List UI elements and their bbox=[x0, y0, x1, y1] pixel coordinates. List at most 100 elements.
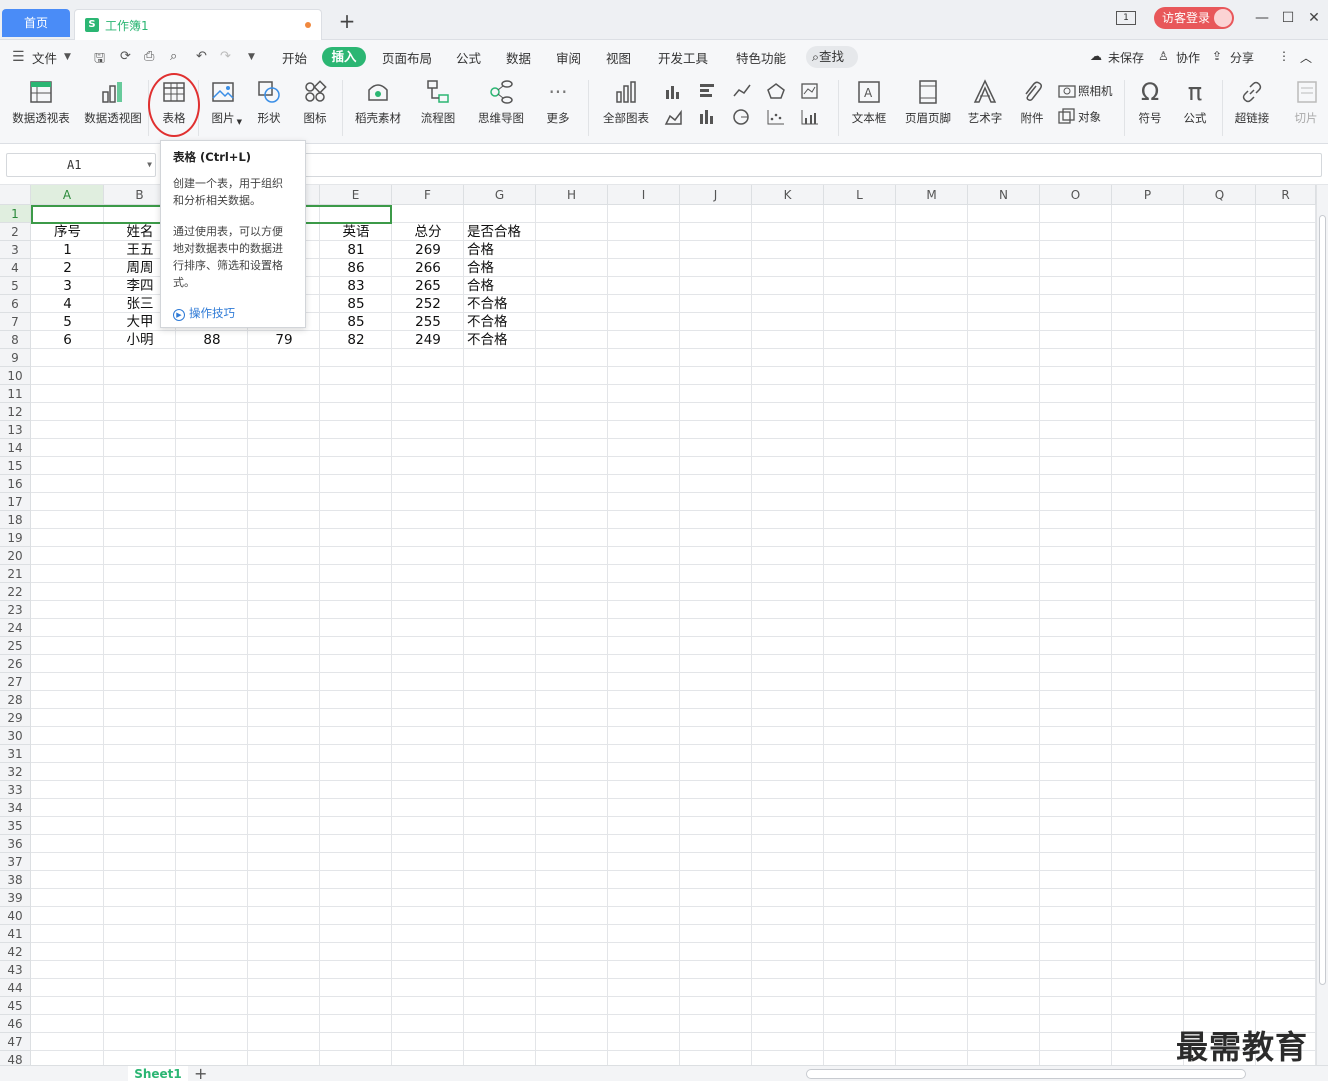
cell[interactable]: 2 bbox=[31, 259, 104, 277]
more-button[interactable]: ··· 更多 bbox=[538, 78, 578, 126]
pivot-table-button[interactable]: 数据透视表 bbox=[8, 78, 74, 126]
row-header[interactable]: 43 bbox=[0, 961, 31, 979]
cell[interactable]: 不合格 bbox=[467, 313, 619, 331]
cell[interactable]: 85 bbox=[320, 313, 392, 331]
row-header[interactable]: 27 bbox=[0, 673, 31, 691]
row-header[interactable]: 13 bbox=[0, 421, 31, 439]
tab-page-layout[interactable]: 页面布局 bbox=[382, 48, 432, 67]
cell[interactable]: 83 bbox=[320, 277, 392, 295]
cell[interactable]: 4 bbox=[31, 295, 104, 313]
row-header[interactable]: 23 bbox=[0, 601, 31, 619]
row-header[interactable]: 40 bbox=[0, 907, 31, 925]
share-button[interactable]: 分享 bbox=[1230, 49, 1254, 66]
cell[interactable]: 合格 bbox=[467, 241, 619, 259]
picture-button[interactable]: 图片 ▼ bbox=[204, 78, 242, 126]
sheet-tab-sheet1[interactable]: Sheet1 bbox=[128, 1066, 188, 1081]
tab-home[interactable]: 开始 bbox=[282, 48, 307, 67]
line-chart-icon[interactable] bbox=[732, 82, 752, 100]
cell[interactable]: 序号 bbox=[31, 223, 104, 241]
area-chart-icon[interactable] bbox=[664, 108, 684, 126]
hyperlink-button[interactable]: 超链接 bbox=[1230, 78, 1274, 126]
chevron-down-icon[interactable]: ▼ bbox=[147, 154, 152, 176]
row-header[interactable]: 19 bbox=[0, 529, 31, 547]
row-header[interactable]: 1 bbox=[0, 205, 31, 223]
row-header[interactable]: 18 bbox=[0, 511, 31, 529]
row-header[interactable]: 5 bbox=[0, 277, 31, 295]
home-tab[interactable]: 首页 bbox=[2, 9, 70, 37]
column-header-l[interactable]: L bbox=[824, 185, 896, 205]
slicer-button[interactable]: 切片 bbox=[1286, 78, 1326, 126]
cell[interactable]: 合格 bbox=[467, 259, 619, 277]
row-header[interactable]: 44 bbox=[0, 979, 31, 997]
row-header[interactable]: 6 bbox=[0, 295, 31, 313]
all-charts-button[interactable]: 全部图表 bbox=[596, 78, 656, 126]
cell[interactable]: 合格 bbox=[467, 277, 619, 295]
row-header[interactable]: 21 bbox=[0, 565, 31, 583]
row-header[interactable]: 8 bbox=[0, 331, 31, 349]
row-header[interactable]: 45 bbox=[0, 997, 31, 1015]
tab-data[interactable]: 数据 bbox=[506, 48, 531, 67]
cell[interactable]: 1 bbox=[31, 241, 104, 259]
row-header[interactable]: 26 bbox=[0, 655, 31, 673]
unsaved-status[interactable]: 未保存 bbox=[1108, 49, 1144, 66]
cell[interactable]: 是否合格 bbox=[467, 223, 619, 241]
minimize-button[interactable]: — bbox=[1252, 8, 1272, 28]
pivot-chart-button[interactable]: 数据透视图 bbox=[80, 78, 146, 126]
cell[interactable]: 269 bbox=[392, 241, 464, 259]
column-header-j[interactable]: J bbox=[680, 185, 752, 205]
row-header[interactable]: 20 bbox=[0, 547, 31, 565]
attachment-button[interactable]: 附件 bbox=[1016, 78, 1048, 126]
row-header[interactable]: 46 bbox=[0, 1015, 31, 1033]
tab-special-features[interactable]: 特色功能 bbox=[736, 48, 786, 67]
object-icon[interactable] bbox=[1058, 108, 1078, 126]
row-header[interactable]: 16 bbox=[0, 475, 31, 493]
row-header[interactable]: 14 bbox=[0, 439, 31, 457]
tab-insert[interactable]: 插入 bbox=[322, 47, 366, 67]
symbol-button[interactable]: Ω 符号 bbox=[1130, 78, 1170, 126]
row-header[interactable]: 35 bbox=[0, 817, 31, 835]
stock-chart-icon[interactable] bbox=[800, 82, 820, 100]
tab-developer[interactable]: 开发工具 bbox=[658, 48, 708, 67]
row-header[interactable]: 41 bbox=[0, 925, 31, 943]
column-header-m[interactable]: M bbox=[896, 185, 968, 205]
file-menu[interactable]: 文件 bbox=[32, 48, 57, 67]
cell[interactable]: 英语 bbox=[320, 223, 392, 241]
print-icon[interactable]: ⎙ bbox=[144, 49, 154, 64]
row-header[interactable]: 38 bbox=[0, 871, 31, 889]
tab-formulas[interactable]: 公式 bbox=[456, 48, 481, 67]
row-header[interactable]: 4 bbox=[0, 259, 31, 277]
shape-button[interactable]: 形状 bbox=[250, 78, 288, 126]
column-header-o[interactable]: O bbox=[1040, 185, 1112, 205]
cell[interactable]: 不合格 bbox=[467, 295, 619, 313]
column-header-k[interactable]: K bbox=[752, 185, 824, 205]
cell[interactable]: 88 bbox=[176, 331, 248, 349]
flowchart-button[interactable]: 流程图 bbox=[414, 78, 462, 126]
new-tab-button[interactable]: + bbox=[336, 10, 358, 32]
print-preview-icon[interactable]: ⌕ bbox=[170, 49, 177, 64]
column-chart-icon[interactable] bbox=[664, 82, 684, 100]
column-header-i[interactable]: I bbox=[608, 185, 680, 205]
hamburger-icon[interactable]: ☰ bbox=[12, 49, 25, 65]
cell[interactable]: 小明 bbox=[104, 331, 176, 349]
cell[interactable]: 266 bbox=[392, 259, 464, 277]
header-footer-button[interactable]: 页眉页脚 bbox=[902, 78, 954, 126]
row-header[interactable]: 28 bbox=[0, 691, 31, 709]
close-button[interactable]: ✕ bbox=[1304, 8, 1324, 28]
row-header[interactable]: 9 bbox=[0, 349, 31, 367]
column-header-g[interactable]: G bbox=[464, 185, 536, 205]
radar-chart-icon[interactable] bbox=[766, 82, 786, 100]
object-button[interactable]: 对象 bbox=[1078, 109, 1101, 125]
camera-button[interactable]: 照相机 bbox=[1078, 83, 1113, 99]
save-icon[interactable]: 🖫 bbox=[94, 49, 105, 71]
row-header[interactable]: 7 bbox=[0, 313, 31, 331]
row-header[interactable]: 24 bbox=[0, 619, 31, 637]
row-header[interactable]: 12 bbox=[0, 403, 31, 421]
mindmap-button[interactable]: 思维导图 bbox=[470, 78, 532, 126]
horizontal-scroll-thumb[interactable] bbox=[806, 1069, 1246, 1079]
row-header[interactable]: 3 bbox=[0, 241, 31, 259]
pie-chart-icon[interactable] bbox=[732, 108, 752, 126]
row-header[interactable]: 32 bbox=[0, 763, 31, 781]
maximize-button[interactable]: ☐ bbox=[1278, 8, 1298, 28]
row-header[interactable]: 22 bbox=[0, 583, 31, 601]
row-header[interactable]: 42 bbox=[0, 943, 31, 961]
